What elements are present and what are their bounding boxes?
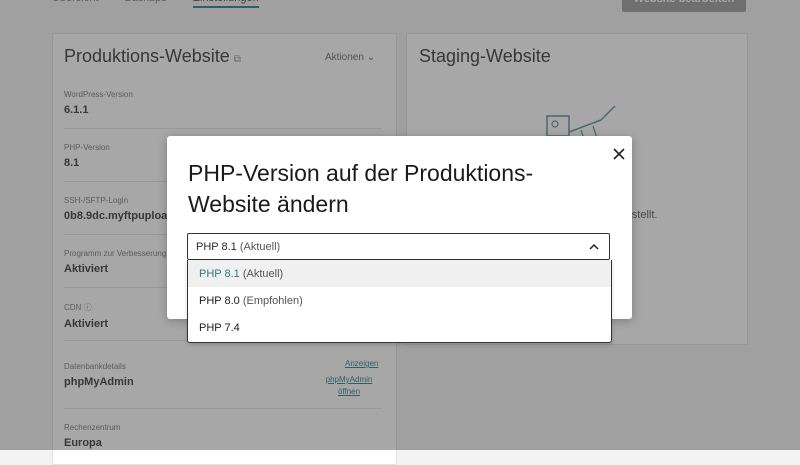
close-button[interactable]: [608, 143, 630, 165]
option-note: (Empfohlen): [242, 294, 303, 307]
chevron-up-icon: [589, 243, 599, 250]
option-version: PHP 8.1: [199, 267, 240, 280]
php-version-options: PHP 8.1 (Aktuell) PHP 8.0 (Empfohlen) PH…: [187, 260, 612, 343]
option-php-80[interactable]: PHP 8.0 (Empfohlen): [188, 287, 611, 314]
select-note: (Aktuell): [239, 240, 281, 253]
dialog-title: PHP-Version auf der Produktions-Website …: [188, 160, 534, 217]
close-icon: [613, 148, 625, 160]
select-value: PHP 8.1: [196, 240, 237, 253]
option-version: PHP 7.4: [199, 321, 240, 334]
php-version-select[interactable]: PHP 8.1 (Aktuell): [187, 233, 610, 260]
option-php-81[interactable]: PHP 8.1 (Aktuell): [188, 260, 611, 287]
option-version: PHP 8.0: [199, 294, 240, 307]
option-note: (Aktuell): [242, 267, 284, 280]
option-php-74[interactable]: PHP 7.4: [188, 314, 611, 341]
